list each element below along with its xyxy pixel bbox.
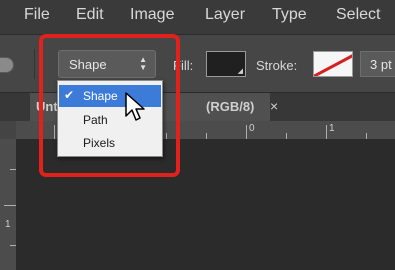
menu-file[interactable]: File	[24, 6, 50, 24]
ruler-corner[interactable]	[0, 121, 16, 139]
mouse-pointer-icon	[125, 92, 145, 121]
no-stroke-slash-icon	[314, 52, 352, 76]
menu-bar: File Edit Image Layer Type Select	[0, 0, 395, 34]
menu-edit[interactable]: Edit	[76, 6, 104, 24]
ruler-tick	[326, 125, 327, 139]
stroke-width-field[interactable]: 3 pt	[360, 51, 395, 77]
ruler-label: 1	[5, 219, 11, 230]
ruler-tick	[10, 169, 16, 170]
ruler-tick	[366, 133, 367, 139]
document-tab-mode: (RGB/8)	[206, 99, 255, 114]
ruler-vertical[interactable]: 1	[0, 139, 17, 270]
tool-preset-icon[interactable]	[0, 57, 14, 73]
menu-select[interactable]: Select	[336, 6, 380, 24]
ruler-label: 1	[329, 123, 335, 134]
fill-color-swatch[interactable]: ◢	[206, 51, 246, 77]
stroke-width-value: 3 pt	[370, 57, 392, 72]
highlight-annotation-box	[39, 34, 180, 177]
ruler-tick	[10, 245, 16, 246]
stroke-color-swatch[interactable]	[313, 51, 353, 77]
ruler-tick	[246, 125, 247, 139]
stroke-label: Stroke:	[256, 58, 298, 73]
separator	[34, 49, 35, 79]
ruler-tick	[286, 133, 287, 139]
swatch-caret-icon: ◢	[237, 68, 243, 75]
close-icon[interactable]: ×	[270, 98, 278, 114]
ruler-tick	[206, 133, 207, 139]
menu-type[interactable]: Type	[272, 6, 307, 24]
ruler-tick	[4, 205, 16, 206]
ruler-label: 0	[249, 123, 255, 134]
menu-layer[interactable]: Layer	[205, 6, 245, 24]
menu-image[interactable]: Image	[130, 6, 174, 24]
